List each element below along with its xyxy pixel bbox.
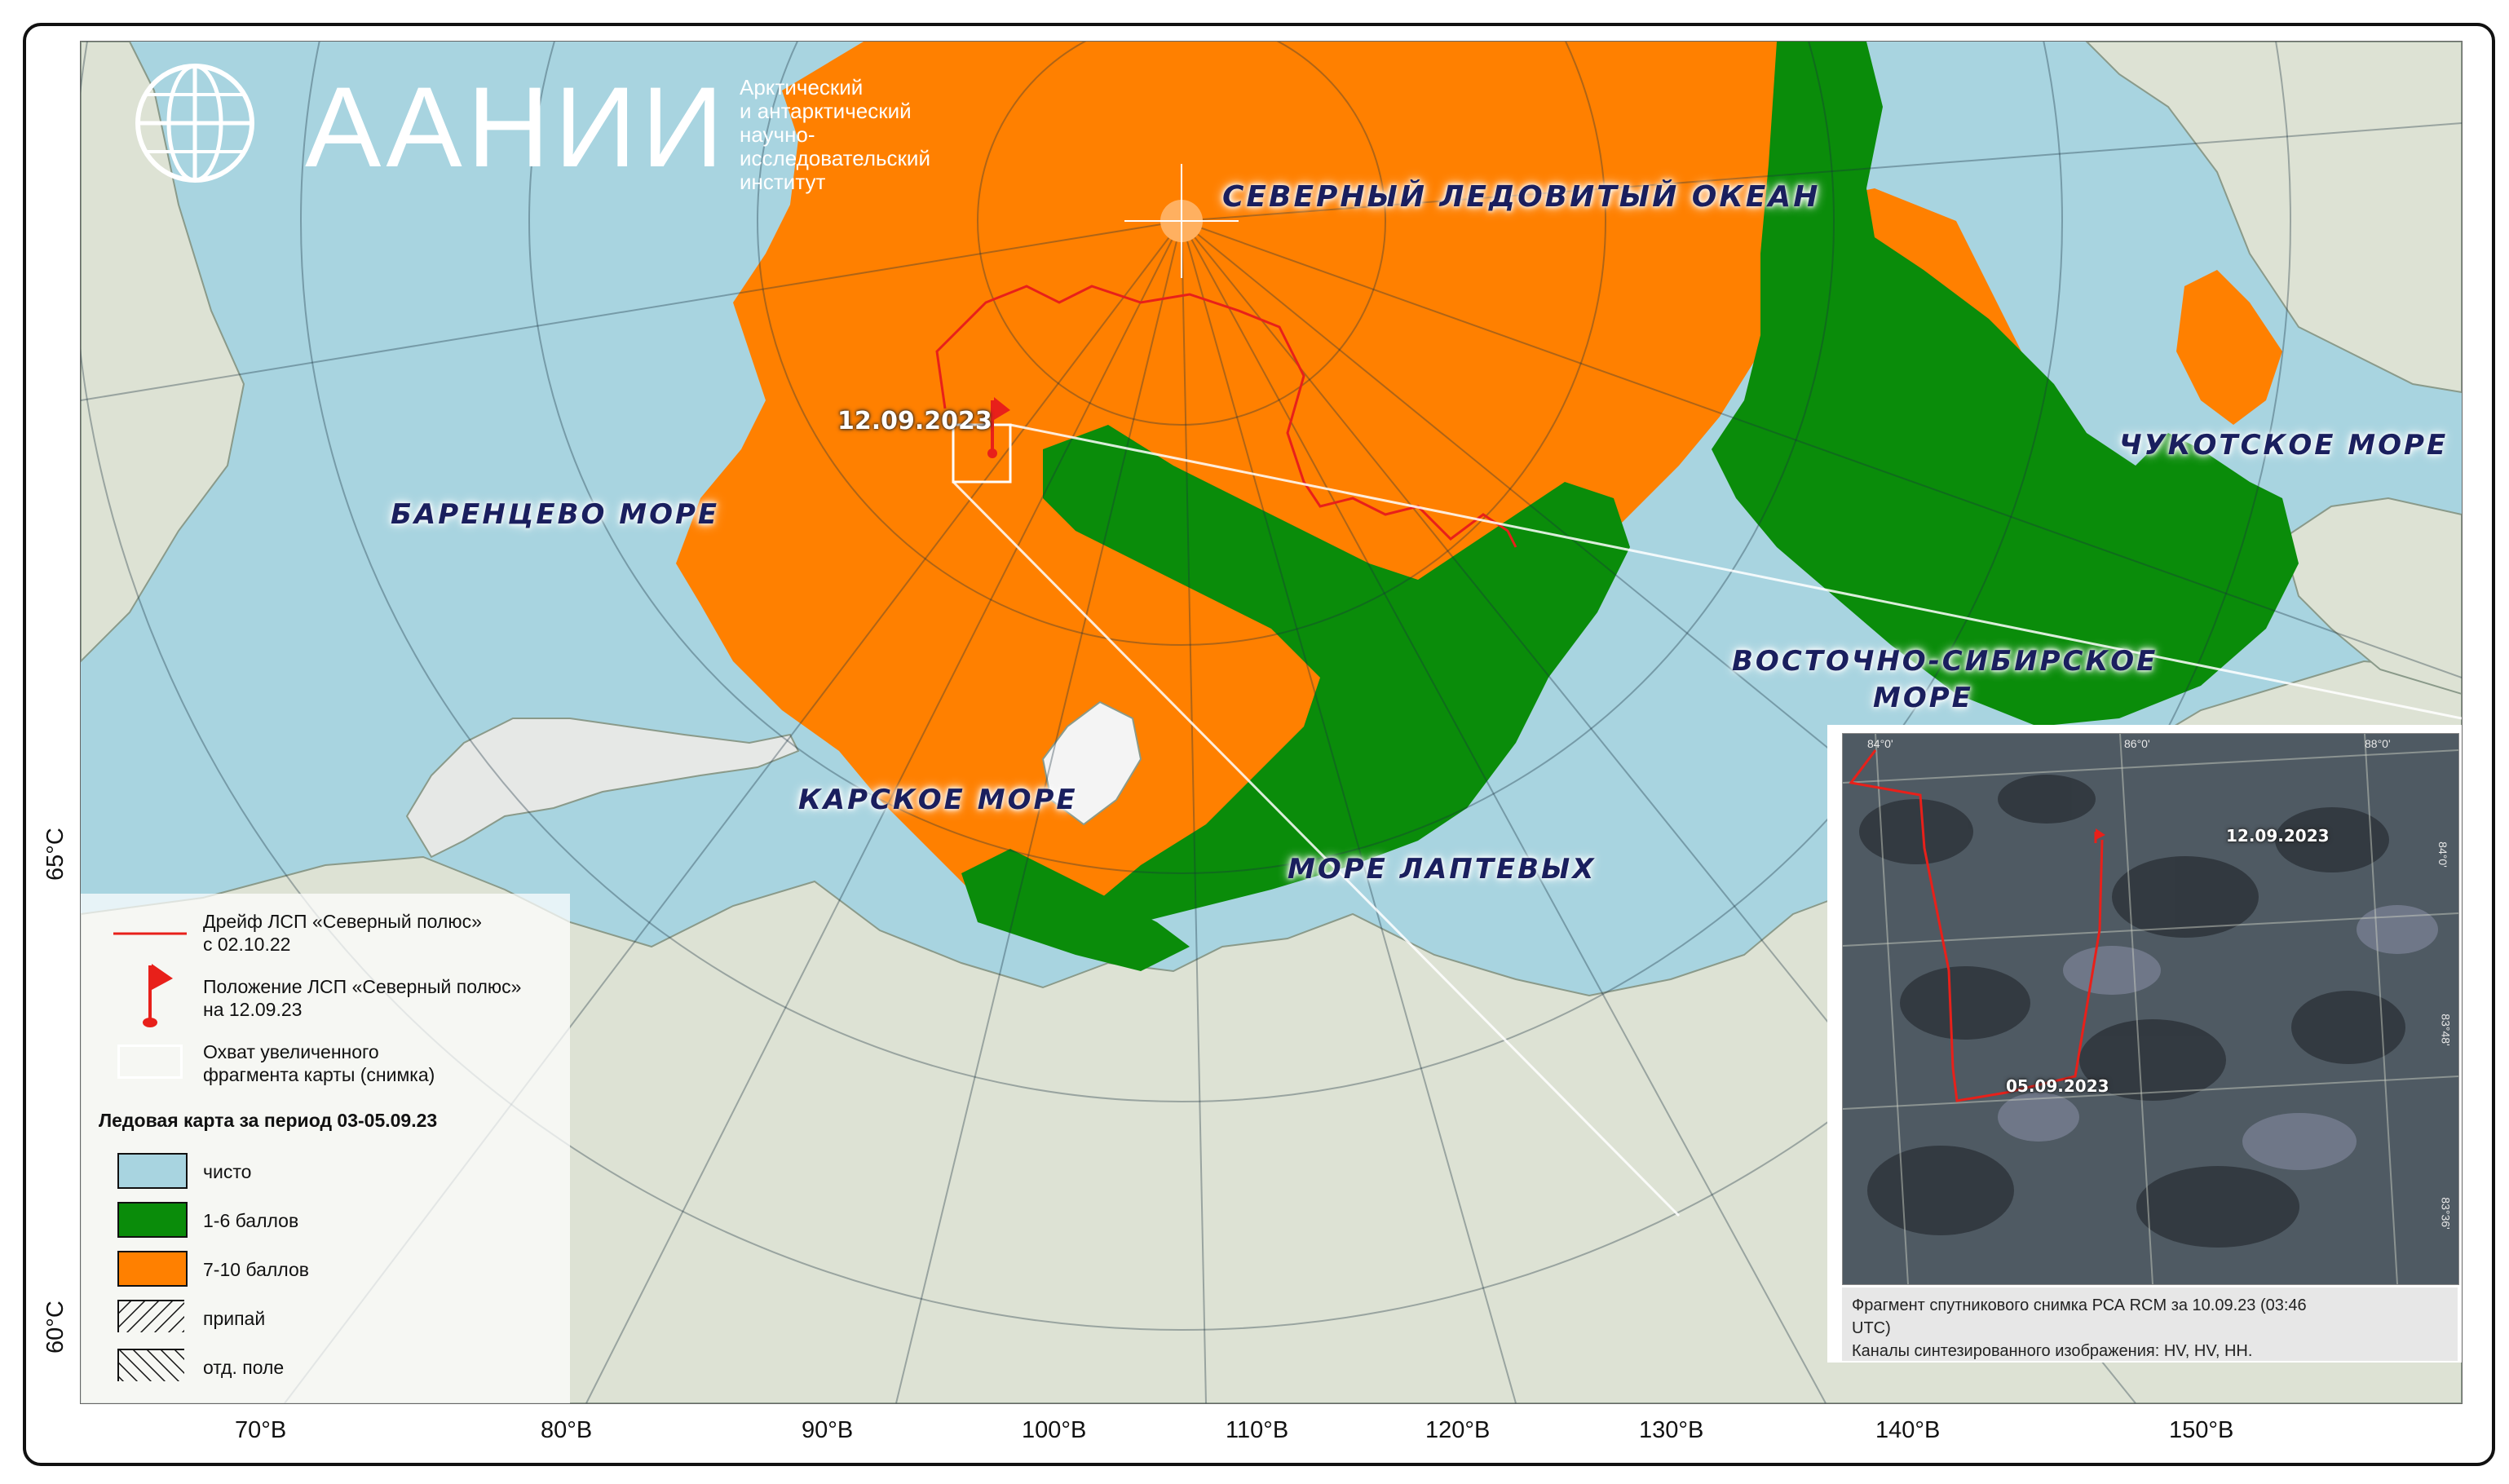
legend-drift-line: с 02.10.22 bbox=[203, 934, 291, 955]
flag-icon bbox=[143, 964, 173, 1027]
inset-tick-top: 88°0' bbox=[2365, 737, 2391, 750]
inset-date-end: 12.09.2023 bbox=[2226, 826, 2330, 846]
axis-label-bottom: 110°В bbox=[1226, 1417, 1289, 1443]
legend-coverage-line: фрагмента карты (снимка) bbox=[203, 1064, 435, 1085]
legend-item-fast-ice: припай bbox=[203, 1308, 266, 1329]
inset-tick-right: 84°0' bbox=[2436, 841, 2449, 868]
label-laptev-sea: МОРЕ ЛАПТЕВЫХ bbox=[1288, 853, 1597, 886]
logo-subtitle-line: институт bbox=[740, 170, 826, 194]
inset-caption-line: Каналы синтезированного изображения: HV,… bbox=[1852, 1342, 2253, 1360]
inset-tick-right: 83°36' bbox=[2439, 1197, 2453, 1230]
legend-item-1-6: 1-6 баллов bbox=[203, 1210, 299, 1231]
inset-tick-top: 86°0' bbox=[2124, 737, 2150, 750]
legend-item-clear: чисто bbox=[203, 1161, 252, 1182]
legend-position-line: на 12.09.23 bbox=[203, 999, 303, 1020]
swatch-floe bbox=[117, 1349, 184, 1381]
axis-label-bottom: 90°В bbox=[802, 1417, 854, 1443]
legend-position-line: Положение ЛСП «Северный полюс» bbox=[203, 976, 522, 997]
axis-label-bottom: 100°В bbox=[1022, 1417, 1087, 1443]
legend-item-7-10: 7-10 баллов bbox=[203, 1259, 309, 1280]
inset-caption-line: Фрагмент спутникового снимка РСА RCM за … bbox=[1852, 1296, 2307, 1314]
map-legend: Дрейф ЛСП «Северный полюс» с 02.10.22 По… bbox=[81, 894, 570, 1403]
axis-label-bottom: 80°В bbox=[541, 1417, 593, 1443]
logo-subtitle-line: Арктический bbox=[740, 75, 864, 99]
drift-line-icon bbox=[113, 932, 187, 935]
station-date-label: 12.09.2023 bbox=[837, 407, 992, 435]
logo-subtitle-line: и антарктический bbox=[740, 99, 912, 123]
axis-label-left: 65°С bbox=[42, 828, 68, 881]
legend-item-floe: отд. поле bbox=[203, 1357, 285, 1378]
axis-label-bottom: 140°В bbox=[1875, 1417, 1941, 1443]
swatch-clear bbox=[117, 1153, 188, 1189]
label-arctic-ocean: СЕВЕРНЫЙ ЛЕДОВИТЫЙ ОКЕАН bbox=[1222, 180, 1821, 214]
logo-subtitle-line: научно-исследовательский bbox=[740, 122, 930, 170]
inset-caption: Фрагмент спутникового снимка РСА RCM за … bbox=[1842, 1287, 2458, 1361]
legend-coverage: Охват увеличенного фрагмента карты (сним… bbox=[203, 1040, 435, 1086]
inset-date-start: 05.09.2023 bbox=[2006, 1076, 2109, 1096]
logo-subtitle: Арктический и антарктический научно-иссл… bbox=[740, 76, 930, 194]
legend-drift: Дрейф ЛСП «Северный полюс» с 02.10.22 bbox=[203, 910, 482, 956]
label-east-siberian-sea-1: ВОСТОЧНО-СИБИРСКОЕ bbox=[1732, 645, 2158, 678]
ice-map: ААНИИ Арктический и антарктический научн… bbox=[80, 41, 2463, 1404]
axis-label-bottom: 70°В bbox=[235, 1417, 287, 1443]
globe-logo-icon bbox=[135, 64, 254, 183]
label-east-siberian-sea-2: МОРЕ bbox=[1873, 682, 1973, 714]
label-kara-sea: КАРСКОЕ МОРЕ bbox=[798, 784, 1078, 816]
label-barents-sea: БАРЕНЦЕВО МОРЕ bbox=[391, 498, 720, 531]
axis-label-bottom: 150°В bbox=[2169, 1417, 2234, 1443]
swatch-7-10 bbox=[117, 1251, 188, 1287]
axis-label-bottom: 130°В bbox=[1639, 1417, 1704, 1443]
coverage-swatch bbox=[117, 1045, 183, 1079]
inset-tick-right: 83°48' bbox=[2439, 1014, 2453, 1046]
swatch-1-6 bbox=[117, 1202, 188, 1238]
legend-title: Ледовая карта за период 03-05.09.23 bbox=[99, 1110, 438, 1131]
satellite-inset: 84°0' 86°0' 88°0' 84°0' 83°48' 83°36' 12… bbox=[1827, 725, 2462, 1363]
axis-label-left: 60°С bbox=[42, 1301, 68, 1354]
satellite-canvas bbox=[1843, 734, 2458, 1284]
axis-label-bottom: 120°В bbox=[1425, 1417, 1491, 1443]
legend-drift-line: Дрейф ЛСП «Северный полюс» bbox=[203, 911, 482, 932]
satellite-image: 84°0' 86°0' 88°0' 84°0' 83°48' 83°36' 12… bbox=[1842, 733, 2459, 1285]
inset-tick-top: 84°0' bbox=[1867, 737, 1893, 750]
inset-caption-line: UTC) bbox=[1852, 1319, 1891, 1337]
aari-logo: ААНИИ Арктический и антарктический научн… bbox=[113, 51, 930, 206]
label-chukchi-sea: ЧУКОТСКОЕ МОРЕ bbox=[2119, 429, 2449, 462]
legend-coverage-line: Охват увеличенного bbox=[203, 1041, 379, 1062]
swatch-fast-ice bbox=[117, 1300, 184, 1332]
logo-wordmark: ААНИИ bbox=[305, 63, 729, 191]
legend-position: Положение ЛСП «Северный полюс» на 12.09.… bbox=[203, 975, 521, 1021]
